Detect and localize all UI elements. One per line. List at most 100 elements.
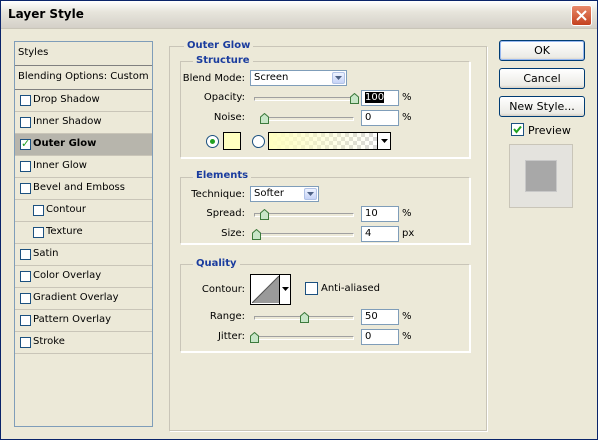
styles-list: Styles Blending Options: Custom Drop Sha… (14, 41, 153, 427)
panel-title: Outer Glow (184, 40, 254, 51)
style-checkbox[interactable] (20, 137, 31, 150)
style-item-inner-shadow[interactable]: Inner Shadow (15, 112, 152, 134)
contour-dropdown-button[interactable] (279, 275, 290, 304)
size-unit: px (402, 228, 415, 239)
jitter-label: Jitter: (217, 331, 245, 342)
size-slider-thumb[interactable] (252, 229, 261, 240)
spread-unit: % (402, 208, 412, 219)
ok-button[interactable]: OK (499, 40, 585, 61)
anti-aliased-label: Anti-aliased (321, 283, 381, 294)
noise-field[interactable]: 0 (361, 110, 399, 126)
style-checkbox[interactable] (20, 293, 31, 304)
size-label: Size: (221, 228, 245, 239)
structure-title: Structure (193, 55, 253, 66)
opacity-field[interactable]: 100 (361, 90, 399, 106)
style-item-label: Satin (33, 248, 59, 259)
style-item-inner-glow[interactable]: Inner Glow (15, 156, 152, 178)
range-field[interactable]: 50 (361, 309, 399, 325)
spread-slider-track[interactable] (254, 213, 354, 217)
style-item-label: Contour (46, 204, 86, 215)
style-item-label: Color Overlay (33, 270, 102, 281)
blend-mode-select[interactable]: Screen (250, 70, 347, 86)
style-item-label: Inner Shadow (33, 116, 102, 127)
style-item-color-overlay[interactable]: Color Overlay (15, 266, 152, 288)
opacity-label: Opacity: (203, 92, 245, 103)
style-item-label: Outer Glow (33, 138, 97, 149)
range-unit: % (402, 311, 412, 322)
jitter-field[interactable]: 0 (361, 329, 399, 345)
size-field[interactable]: 4 (361, 226, 399, 242)
style-checkbox[interactable] (20, 161, 31, 172)
style-item-gradient-overlay[interactable]: Gradient Overlay (15, 288, 152, 310)
contour-preview (252, 276, 279, 303)
jitter-slider-thumb[interactable] (250, 332, 259, 343)
cancel-button[interactable]: Cancel (499, 68, 585, 89)
blend-mode-label: Blend Mode: (182, 73, 245, 84)
technique-select[interactable]: Softer (250, 186, 319, 202)
jitter-slider-track[interactable] (254, 336, 354, 340)
size-slider-track[interactable] (254, 233, 354, 237)
solid-color-radio[interactable] (206, 135, 219, 148)
style-item-drop-shadow[interactable]: Drop Shadow (15, 90, 152, 112)
noise-value: 0 (365, 112, 372, 123)
anti-aliased-checkbox[interactable] (305, 282, 318, 295)
style-checkbox[interactable] (20, 271, 31, 282)
contour-picker[interactable] (250, 274, 291, 305)
style-checkbox[interactable] (20, 117, 31, 128)
blending-options-item[interactable]: Blending Options: Custom (15, 66, 152, 90)
range-label: Range: (209, 311, 245, 322)
title-bar[interactable]: Layer Style (1, 1, 597, 29)
glow-color-swatch[interactable] (223, 132, 241, 150)
style-checkbox[interactable] (33, 205, 44, 216)
gradient-preview (269, 133, 377, 149)
style-checkbox[interactable] (20, 249, 31, 260)
style-item-contour[interactable]: Contour (15, 200, 152, 222)
range-slider-thumb[interactable] (300, 312, 309, 323)
gradient-radio[interactable] (252, 135, 265, 148)
style-item-outer-glow[interactable]: Outer Glow (15, 134, 152, 156)
style-item-label: Texture (46, 226, 83, 237)
window-title: Layer Style (8, 7, 84, 21)
preview-thumbnail (509, 144, 573, 208)
triangle-down-icon (381, 139, 388, 143)
chevron-down-icon (332, 72, 345, 84)
triangle-down-icon (282, 287, 289, 291)
gradient-picker[interactable] (268, 132, 391, 150)
style-checkbox[interactable] (20, 315, 31, 326)
opacity-slider-thumb[interactable] (350, 93, 359, 104)
style-item-label: Inner Glow (33, 160, 87, 171)
noise-unit: % (402, 112, 412, 123)
close-icon (576, 10, 587, 21)
noise-slider-track[interactable] (264, 117, 354, 121)
opacity-slider-track[interactable] (254, 97, 354, 101)
styles-header[interactable]: Styles (15, 42, 152, 66)
close-button[interactable] (571, 5, 592, 26)
spread-field[interactable]: 10 (361, 206, 399, 222)
noise-label: Noise: (213, 112, 245, 123)
style-checkbox[interactable] (20, 337, 31, 348)
new-style-button[interactable]: New Style... (499, 96, 585, 117)
quality-title: Quality (193, 258, 240, 269)
style-item-texture[interactable]: Texture (15, 222, 152, 244)
opacity-value: 100 (365, 92, 385, 103)
style-item-label: Gradient Overlay (33, 292, 119, 303)
style-item-satin[interactable]: Satin (15, 244, 152, 266)
style-checkbox[interactable] (33, 227, 44, 238)
spread-label: Spread: (206, 208, 245, 219)
style-item-bevel-and-emboss[interactable]: Bevel and Emboss (15, 178, 152, 200)
style-checkbox[interactable] (20, 95, 31, 106)
style-item-pattern-overlay[interactable]: Pattern Overlay (15, 310, 152, 332)
contour-label: Contour: (201, 284, 245, 295)
style-checkbox[interactable] (20, 183, 31, 194)
style-item-label: Bevel and Emboss (33, 182, 125, 193)
size-value: 4 (365, 228, 372, 239)
gradient-dropdown-button[interactable] (377, 133, 390, 149)
noise-slider-thumb[interactable] (260, 113, 269, 124)
preview-checkbox[interactable] (511, 123, 524, 136)
style-item-label: Pattern Overlay (33, 314, 112, 325)
style-item-stroke[interactable]: Stroke (15, 332, 152, 354)
style-item-label: Drop Shadow (33, 94, 100, 105)
layer-style-dialog: Layer Style Styles Blending Options: Cus… (0, 0, 598, 440)
spread-slider-thumb[interactable] (260, 209, 269, 220)
technique-value: Softer (254, 188, 284, 199)
